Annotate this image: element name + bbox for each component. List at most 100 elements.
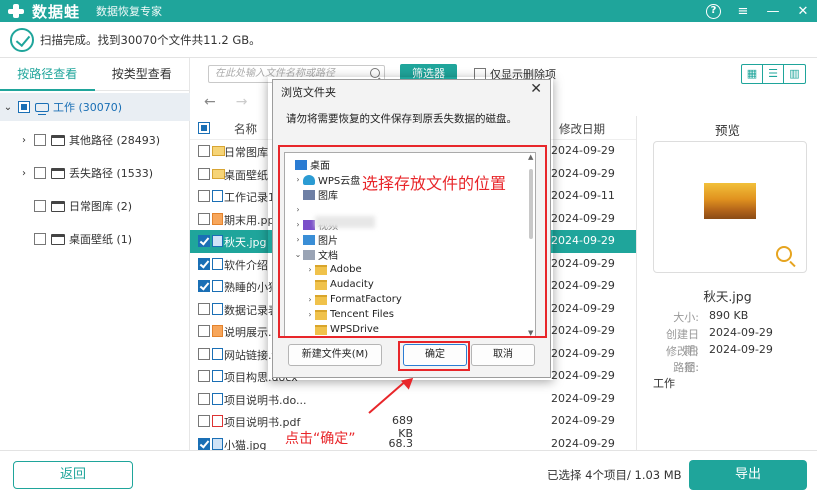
chevron-right-icon[interactable]: › [18,135,30,146]
file-row-checkbox[interactable] [198,392,210,405]
file-row-checkbox[interactable] [198,257,210,270]
preview-frame [653,141,807,273]
file-date: 2024-09-29 [551,346,615,360]
doc-file-icon [212,280,223,292]
chevron-down-icon[interactable]: ⌄ [2,102,14,113]
tree-item-work[interactable]: ⌄ 工作 (30070) [0,93,190,121]
help-icon[interactable]: ? [706,3,721,19]
file-date: 2024-09-29 [551,436,615,450]
view-tabs: 按路径查看 按类型查看 [0,58,189,91]
chevron-right-icon[interactable]: › [18,168,30,179]
file-date: 2024-09-29 [551,166,615,180]
dialog-message: 请勿将需要恢复的文件保存到原丢失数据的磁盘。 [286,113,517,125]
tree-checkbox[interactable] [34,233,46,245]
tab-by-path[interactable]: 按路径查看 [0,58,95,91]
file-row-checkbox[interactable] [198,167,210,180]
file-date: 2024-09-29 [551,369,615,382]
select-all-checkbox[interactable] [198,122,210,134]
folder-icon [51,233,65,245]
file-row-checkbox[interactable] [198,347,210,360]
selection-info: 已选择 4个项目/ 1.03 MB [547,468,682,482]
forward-arrow-icon[interactable]: → [236,94,248,110]
folder-icon [51,200,65,212]
app-logo: 数据蛙 [6,1,80,22]
tree-checkbox[interactable] [34,134,46,146]
tree-item-label: 日常图库 (2) [69,200,133,213]
file-row[interactable]: 项目说明书.pdf 689 KB 2024-09-29 [190,410,636,440]
prop-path-value: 工作 [653,377,675,390]
detail-view-icon[interactable]: ▥ [784,65,805,83]
preview-file-name: 秋天.jpg [703,289,752,304]
tree-checkbox[interactable] [34,200,46,212]
preview-title: 预览 [714,123,740,138]
file-date: 2024-09-29 [551,301,615,315]
file-row-checkbox[interactable] [198,437,210,450]
file-row-checkbox[interactable] [198,280,210,292]
doc-file-icon [212,392,223,405]
annotation-choose-location: 选择存放文件的位置 [362,174,507,193]
img-file-icon [212,235,223,247]
window-controls: ? ≡ — ✕ [706,0,811,22]
tree-item-other-paths[interactable]: › 其他路径 (28493) [0,126,190,154]
file-size: 68.3 KB [388,436,414,451]
back-button[interactable]: 返回 [13,461,133,489]
dialog-title: 浏览文件夹 [281,86,336,99]
cancel-button[interactable]: 取消 [471,344,535,366]
file-name: 秋天.jpg [224,236,267,249]
file-date: 2024-09-29 [551,414,615,427]
tree-item-lost-paths[interactable]: › 丢失路径 (1533) [0,159,190,187]
check-circle-icon [10,27,34,52]
file-name: 小猫.jpg [224,438,267,451]
logo-text: 数据蛙 [32,2,81,21]
doc-file-icon [212,190,223,202]
file-date: 2024-09-29 [551,211,615,225]
file-row[interactable]: 小猫.jpg 68.3 KB 2024-09-29 [190,433,636,451]
logo-plus-icon [6,3,28,19]
tree-checkbox[interactable] [34,167,46,179]
file-date: 2024-09-29 [551,391,615,405]
left-panel: 按路径查看 按类型查看 ⌄ 工作 (30070) › 其他路径 (28493) … [0,58,190,450]
img-file-icon [212,437,223,450]
file-row-checkbox[interactable] [198,190,210,202]
back-arrow-icon[interactable]: ← [204,94,216,110]
column-header-name[interactable]: 名称 [234,121,257,137]
tree-item-label: 工作 (30070) [53,101,123,114]
tree-checkbox[interactable] [18,101,30,113]
view-switcher: ▦ ☰ ▥ [741,64,806,84]
bottom-bar: 返回 已选择 4个项目/ 1.03 MB 导出 [0,450,817,500]
file-row-checkbox[interactable] [198,145,210,157]
file-row-checkbox[interactable] [198,325,210,337]
file-date: 2024-09-29 [551,234,615,247]
tree-item-label: 其他路径 (28493) [69,134,161,147]
file-date: 2024-09-29 [551,279,615,292]
file-row-checkbox[interactable] [198,302,210,315]
grid-view-icon[interactable]: ▦ [742,65,763,83]
tree-item-wallpaper[interactable]: 桌面壁纸 (1) [0,225,190,253]
folder-icon [51,167,65,179]
doc-file-icon [212,302,223,315]
close-icon[interactable]: ✕ [795,4,811,19]
drive-icon [35,102,49,115]
file-date: 2024-09-11 [551,189,615,202]
file-row[interactable]: 项目说明书.do... 2024-09-29 [190,388,636,411]
file-row-checkbox[interactable] [198,370,210,382]
annotation-click-ok: 点击“确定” [285,431,356,447]
title-bar: 数据蛙 数据恢复专家 ? ≡ — ✕ [0,0,817,22]
dialog-close-icon[interactable]: ✕ [530,81,542,97]
menu-icon[interactable]: ≡ [735,4,751,19]
tree-item-daily-gallery[interactable]: 日常图库 (2) [0,192,190,220]
tab-by-type[interactable]: 按类型查看 [95,58,190,91]
file-name: 日常图库 [224,146,268,159]
export-button[interactable]: 导出 [689,460,807,490]
file-row-checkbox[interactable] [198,212,210,225]
minimize-icon[interactable]: — [765,4,781,19]
file-date: 2024-09-29 [551,256,615,270]
new-folder-button[interactable]: 新建文件夹(M) [288,344,382,366]
file-date: 2024-09-29 [551,324,615,337]
column-header-date[interactable]: 修改日期 [559,121,605,137]
zoom-icon[interactable] [776,246,792,262]
file-name: 项目说明书.do... [224,393,307,407]
file-row-checkbox[interactable] [198,415,210,427]
file-row-checkbox[interactable] [198,235,210,247]
list-view-icon[interactable]: ☰ [763,65,784,83]
